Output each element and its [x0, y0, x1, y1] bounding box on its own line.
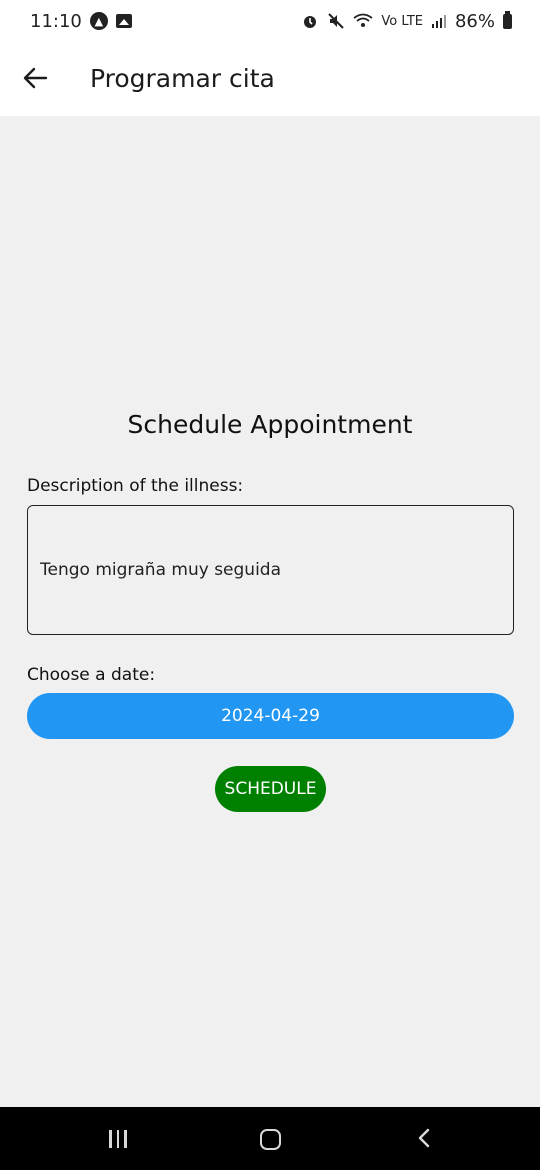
gallery-icon	[115, 14, 132, 28]
schedule-button[interactable]: SCHEDULE	[215, 766, 326, 812]
notification-app-icon: ▲	[89, 12, 108, 30]
description-value: Tengo migraña muy seguida	[40, 560, 282, 580]
nav-back-icon[interactable]	[414, 1127, 436, 1149]
alarm-icon	[304, 16, 317, 28]
network-label: Vo LTE	[381, 13, 423, 29]
home-icon[interactable]	[260, 1129, 281, 1150]
system-nav-bar	[0, 1107, 540, 1170]
battery-percent: 86%	[454, 10, 495, 32]
description-label: Description of the illness:	[27, 476, 244, 496]
form-heading: Schedule Appointment	[127, 410, 413, 439]
recent-apps-icon[interactable]	[109, 1130, 127, 1148]
date-picker-button[interactable]: 2024-04-29	[27, 693, 514, 739]
status-bar-left: 11:10 ▲	[30, 11, 132, 32]
schedule-button-label: SCHEDULE	[224, 779, 317, 799]
status-time: 11:10	[30, 10, 82, 32]
date-label: Choose a date:	[27, 665, 156, 685]
battery-icon	[503, 10, 512, 29]
date-value: 2024-04-29	[221, 706, 320, 726]
signal-icon	[431, 15, 446, 28]
mute-icon	[328, 13, 345, 29]
wifi-icon	[353, 13, 373, 27]
description-input[interactable]: Tengo migraña muy seguida	[27, 505, 514, 635]
status-bar-right: Vo LTE 86%	[301, 10, 512, 32]
status-bar: 11:10 ▲ Vo LTE 86%	[0, 0, 540, 42]
back-arrow-icon[interactable]	[22, 65, 48, 91]
app-bar: Programar cita	[0, 42, 540, 116]
page-title: Programar cita	[90, 64, 275, 93]
